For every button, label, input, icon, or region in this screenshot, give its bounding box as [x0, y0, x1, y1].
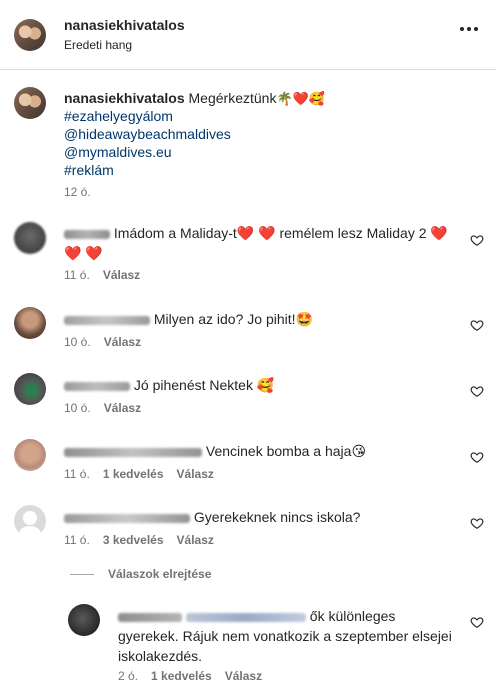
likes-count[interactable]: 1 kedvelés: [103, 467, 164, 481]
reply-button[interactable]: Válasz: [104, 335, 141, 349]
reply-text-line2: gyerekek. Rájuk nem vonatkozik a szeptem…: [118, 628, 452, 644]
author-avatar[interactable]: [14, 19, 46, 51]
reply-text-line3: iskolakezdés.: [118, 648, 203, 664]
comment-text: Milyen az ido? Jo pihit!🤩: [153, 311, 313, 327]
comment-meta: 10 ó. Válasz: [64, 401, 141, 415]
commenter-username[interactable]: [64, 381, 130, 391]
mention-hideawaybeachmaldives[interactable]: @hideawaybeachmaldives: [64, 125, 231, 143]
comment-text: Imádom a Maliday-t❤️ ❤️ remélem lesz Mal…: [113, 225, 448, 241]
audio-label[interactable]: Eredeti hang: [64, 38, 132, 52]
reply-button[interactable]: Válasz: [177, 533, 214, 547]
caption-meta: 12 ó.: [64, 185, 91, 199]
reply-time[interactable]: 2 ó.: [118, 669, 138, 683]
comment-time[interactable]: 10 ó.: [64, 335, 91, 349]
hashtag-ezahelyegyalom[interactable]: #ezahelyegyálom: [64, 107, 173, 125]
comment-meta: 10 ó. Válasz: [64, 335, 141, 349]
comment-text: Jó pihenést Nektek 🥰: [133, 377, 275, 393]
reply-text-line1: ők különleges: [309, 608, 396, 624]
comment-text: Gyerekeknek nincs iskola?: [193, 509, 361, 525]
comment-meta: 11 ó. 3 kedvelés Válasz: [64, 533, 214, 547]
heart-outline-icon[interactable]: [470, 318, 484, 332]
reply-button[interactable]: Válasz: [225, 669, 262, 683]
comment-meta: 11 ó. Válasz: [64, 268, 140, 282]
reply-username[interactable]: [118, 612, 182, 622]
mention-mymaldives[interactable]: @mymaldives.eu: [64, 143, 172, 161]
default-avatar-icon[interactable]: [14, 505, 46, 537]
commenter-avatar[interactable]: [14, 439, 46, 471]
heart-outline-icon[interactable]: [470, 615, 484, 629]
comment-text: Vencinek bomba a haja😘: [205, 443, 367, 459]
caption-emojis: 🌴❤️🥰: [276, 92, 326, 107]
comment-body: Gyerekeknek nincs iskola?: [64, 507, 360, 527]
comment-time[interactable]: 10 ó.: [64, 401, 91, 415]
caption-avatar[interactable]: [14, 87, 46, 119]
commenter-username[interactable]: [64, 513, 190, 523]
reply-button[interactable]: Válasz: [103, 268, 140, 282]
comment-time[interactable]: 11 ó.: [64, 467, 90, 481]
hide-replies-button[interactable]: Válaszok elrejtése: [70, 567, 211, 581]
commenter-avatar[interactable]: [14, 373, 46, 405]
likes-count[interactable]: 3 kedvelés: [103, 533, 164, 547]
comment-meta: 11 ó. 1 kedvelés Válasz: [64, 467, 214, 481]
heart-outline-icon[interactable]: [470, 516, 484, 530]
reply-meta: 2 ó. 1 kedvelés Válasz: [118, 669, 262, 683]
reply-body: ők különleges gyerekek. Rájuk nem vonatk…: [118, 606, 458, 666]
commenter-username[interactable]: [64, 229, 110, 239]
comment-body: Vencinek bomba a haja😘: [64, 441, 366, 461]
author-username[interactable]: nanasiekhivatalos: [64, 17, 185, 33]
comment-body: Milyen az ido? Jo pihit!🤩: [64, 309, 313, 329]
caption-time[interactable]: 12 ó.: [64, 185, 91, 199]
reply-avatar[interactable]: [68, 604, 100, 636]
comment-text-continued: ❤️ ❤️: [64, 245, 103, 261]
comment-body: Jó pihenést Nektek 🥰: [64, 375, 274, 395]
commenter-username[interactable]: [64, 315, 150, 325]
comment-body: Imádom a Maliday-t❤️ ❤️ remélem lesz Mal…: [64, 223, 464, 263]
heart-outline-icon[interactable]: [470, 233, 484, 247]
caption-username[interactable]: nanasiekhivatalos: [64, 90, 185, 106]
reply-button[interactable]: Válasz: [177, 467, 214, 481]
comment-time[interactable]: 11 ó.: [64, 268, 90, 282]
caption-first-line: nanasiekhivatalos Megérkeztünk🌴❤️🥰: [64, 89, 325, 109]
heart-outline-icon[interactable]: [470, 450, 484, 464]
commenter-username[interactable]: [64, 447, 202, 457]
reply-mention[interactable]: [185, 612, 306, 622]
caption-text: Megérkeztünk: [188, 90, 277, 106]
hashtag-reklam[interactable]: #reklám: [64, 161, 114, 179]
comment-time[interactable]: 11 ó.: [64, 533, 90, 547]
hide-replies-label: Válaszok elrejtése: [108, 567, 212, 581]
replies-divider: [70, 574, 94, 576]
commenter-avatar[interactable]: [14, 307, 46, 339]
commenter-avatar[interactable]: [14, 222, 46, 254]
reply-button[interactable]: Válasz: [104, 401, 141, 415]
more-options-icon[interactable]: [460, 27, 478, 31]
likes-count[interactable]: 1 kedvelés: [151, 669, 212, 683]
heart-outline-icon[interactable]: [470, 384, 484, 398]
post-header: nanasiekhivatalos Eredeti hang: [0, 0, 496, 70]
